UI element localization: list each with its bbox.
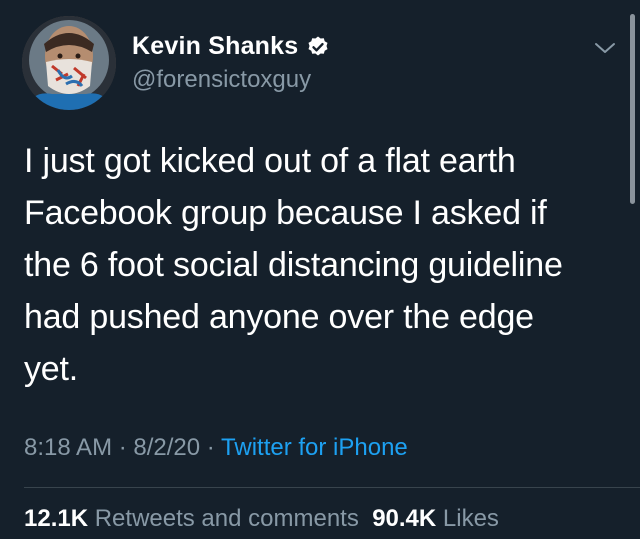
tweet-stats: 12.1K Retweets and comments 90.4K Likes bbox=[24, 505, 499, 533]
scrollbar[interactable] bbox=[630, 14, 635, 204]
author-name-row[interactable]: Kevin Shanks bbox=[132, 32, 330, 61]
divider bbox=[24, 487, 640, 488]
tweet-text: I just got kicked out of a flat earth Fa… bbox=[24, 142, 563, 388]
retweets-count: 12.1K bbox=[24, 505, 89, 532]
retweets-label: Retweets and comments bbox=[94, 505, 359, 532]
verified-badge-icon bbox=[308, 36, 328, 55]
tweet-meta: 8:18 AM · 8/2/20 · Twitter for iPhone bbox=[24, 434, 408, 462]
likes-count: 90.4K bbox=[372, 505, 437, 532]
tweet-source-link[interactable]: Twitter for iPhone bbox=[221, 434, 408, 461]
meta-separator: · bbox=[112, 434, 134, 461]
likes-stat[interactable]: 90.4K Likes bbox=[372, 505, 499, 532]
tweet-detail: Kevin Shanks @forensictoxguy I just got … bbox=[0, 0, 640, 539]
avatar-image bbox=[22, 16, 116, 110]
meta-separator: · bbox=[200, 434, 222, 461]
chevron-down-icon[interactable] bbox=[592, 38, 618, 58]
tweet-time: 8:18 AM bbox=[24, 434, 113, 461]
author-display-name[interactable]: Kevin Shanks bbox=[132, 32, 298, 61]
author-handle[interactable]: @forensictoxguy bbox=[132, 66, 311, 94]
tweet-date: 8/2/20 bbox=[133, 434, 201, 461]
likes-label: Likes bbox=[442, 505, 499, 532]
retweets-stat[interactable]: 12.1K Retweets and comments bbox=[24, 505, 359, 532]
avatar[interactable] bbox=[22, 16, 116, 110]
